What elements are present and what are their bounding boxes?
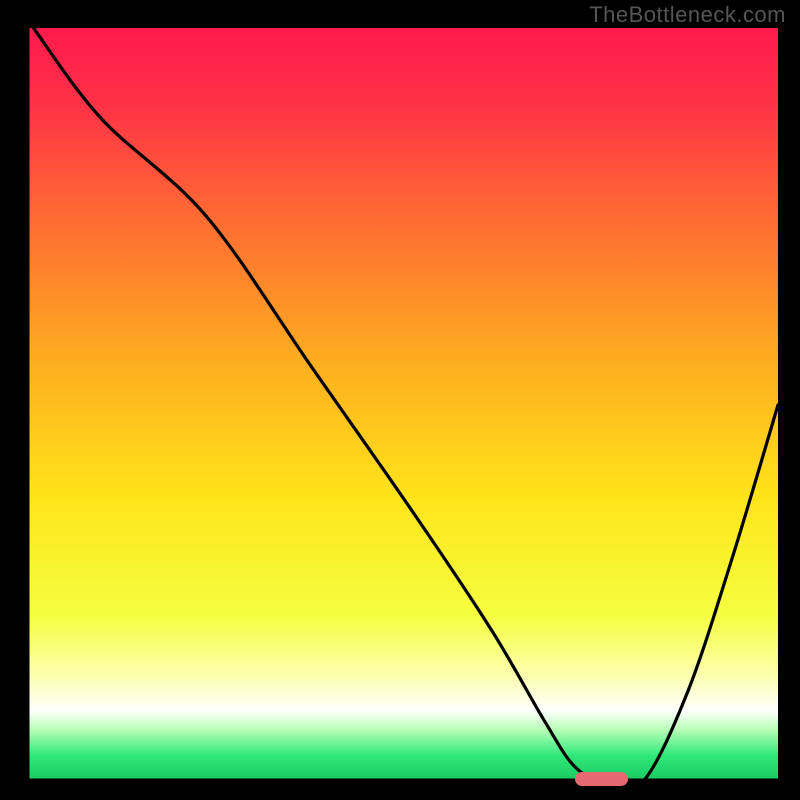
watermark-text: TheBottleneck.com [589, 2, 786, 28]
chart-container: TheBottleneck.com [0, 0, 800, 800]
chart-svg [26, 28, 778, 782]
optimal-marker [575, 772, 628, 786]
plot-area [26, 28, 778, 782]
plot-frame [22, 28, 778, 786]
gradient-background [26, 28, 778, 782]
